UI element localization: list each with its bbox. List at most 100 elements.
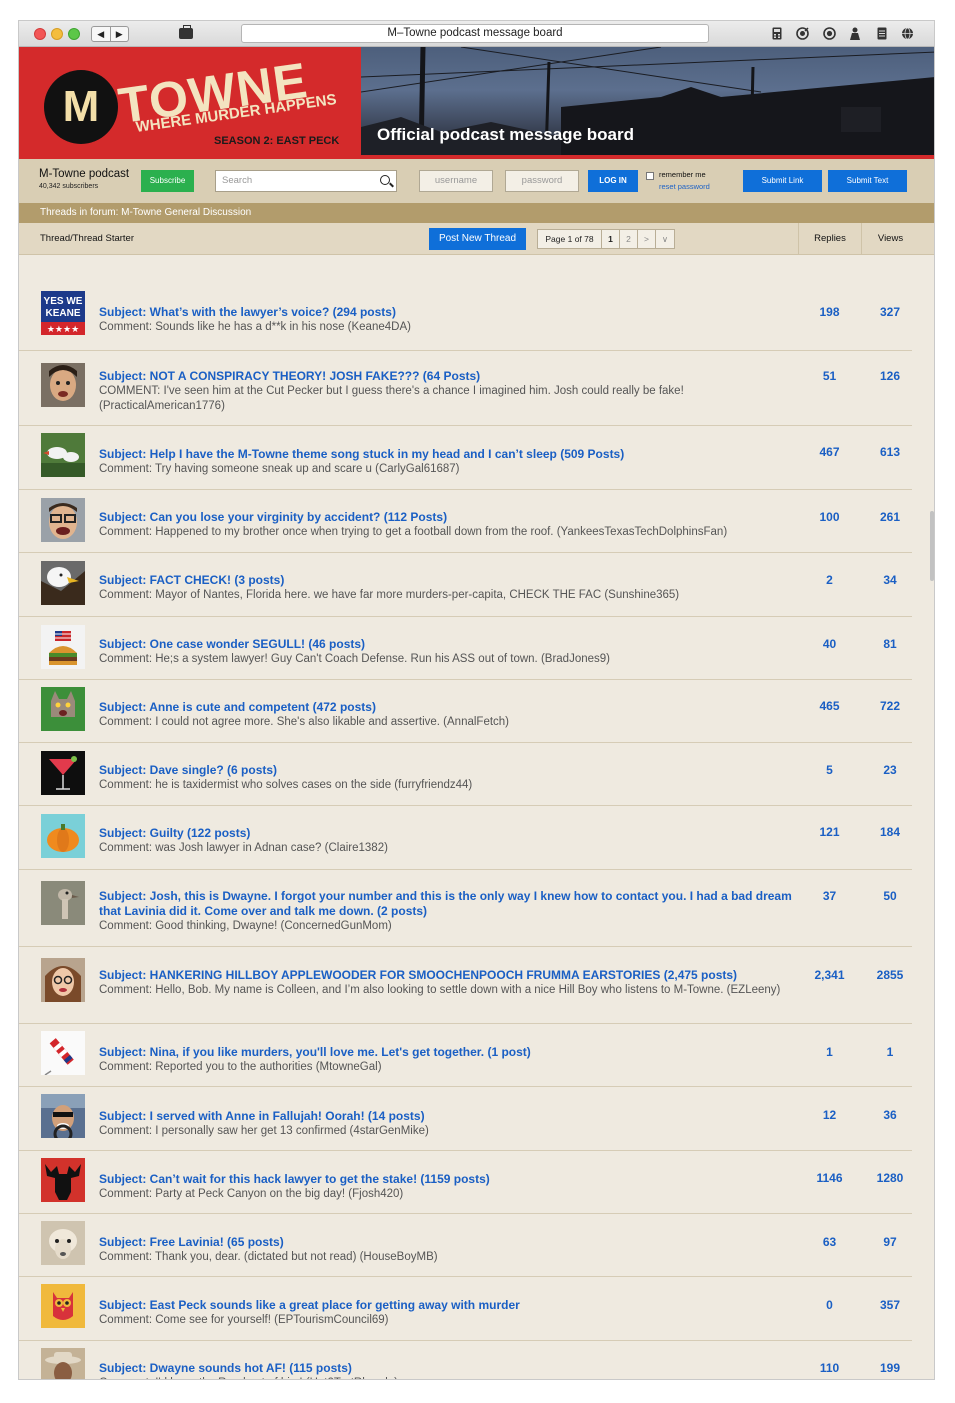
- thread-avatar[interactable]: [41, 1348, 85, 1379]
- thread-subject-link[interactable]: Subject: What’s with the lawyer’s voice?…: [99, 305, 799, 320]
- thread-subject-link[interactable]: Subject: I served with Anne in Fallujah!…: [99, 1109, 799, 1124]
- submit-link-button[interactable]: Submit Link: [743, 170, 822, 192]
- thread-avatar[interactable]: [41, 1284, 85, 1328]
- thread-subject-link[interactable]: Subject: Dave single? (6 posts): [99, 763, 799, 778]
- thread-views-count: 184: [879, 825, 901, 839]
- thread-subject-link[interactable]: Subject: Nina, if you like murders, you'…: [99, 1045, 799, 1060]
- thread-avatar[interactable]: [41, 958, 85, 1002]
- thread-comment: Comment: I'd bone the Reed out of him! (…: [99, 1376, 799, 1379]
- thread-replies-count[interactable]: 465: [798, 699, 861, 713]
- thread-comment: Comment: he is taxidermist who solves ca…: [99, 779, 473, 791]
- remember-me-checkbox[interactable]: [646, 172, 654, 180]
- row-divider: [19, 552, 912, 553]
- thread-subject-link[interactable]: Subject: Guilty (122 posts): [99, 826, 799, 841]
- column-header-views[interactable]: Views: [861, 223, 919, 255]
- subscribe-button[interactable]: Subscribe: [141, 170, 194, 192]
- thread-replies-count[interactable]: 467: [798, 445, 861, 459]
- row-divider: [19, 1213, 912, 1214]
- thread-views-count: 722: [879, 699, 901, 713]
- thread-subject-link[interactable]: Subject: Dwayne sounds hot AF! (115 post…: [99, 1361, 799, 1376]
- thread-subject-link[interactable]: Subject: One case wonder SEGULL! (46 pos…: [99, 637, 799, 652]
- thread-comment: Comment: I personally saw her get 13 con…: [99, 1125, 429, 1137]
- page-1-button[interactable]: 1: [602, 230, 620, 248]
- address-bar[interactable]: M–Towne podcast message board: [241, 24, 709, 43]
- thread-replies-count[interactable]: 2: [798, 573, 861, 587]
- thread-comment: Comment: Thank you, dear. (dictated but …: [99, 1251, 438, 1263]
- thread-avatar[interactable]: [41, 1094, 85, 1138]
- scrollbar[interactable]: [930, 511, 934, 581]
- thread-replies-count[interactable]: 110: [798, 1361, 861, 1375]
- thread-subject-link[interactable]: Subject: Can you lose your virginity by …: [99, 510, 799, 525]
- thread-avatar[interactable]: [41, 561, 85, 605]
- thread-avatar[interactable]: [41, 625, 85, 669]
- back-button[interactable]: ◀: [92, 27, 111, 41]
- thread-subject-link[interactable]: Subject: East Peck sounds like a great p…: [99, 1298, 799, 1313]
- thread-avatar[interactable]: [41, 1221, 85, 1265]
- reset-password-link[interactable]: reset password: [659, 182, 710, 191]
- thread-replies-count[interactable]: 63: [798, 1235, 861, 1249]
- globe-icon[interactable]: [901, 27, 913, 40]
- thread-avatar[interactable]: [41, 1158, 85, 1202]
- thread-replies-count[interactable]: 51: [798, 369, 861, 383]
- post-new-thread-button[interactable]: Post New Thread: [429, 228, 526, 250]
- login-button[interactable]: LOG IN: [588, 170, 638, 192]
- zoom-window-button[interactable]: [68, 28, 80, 40]
- thread-replies-count[interactable]: 5: [798, 763, 861, 777]
- thread-views-count: 50: [883, 889, 897, 903]
- thread-replies-count[interactable]: 37: [798, 889, 861, 903]
- thread-comment: Comment: Come see for yourself! (EPTouri…: [99, 1314, 389, 1326]
- banner-subtitle: Official podcast message board: [377, 125, 634, 144]
- thread-avatar[interactable]: [41, 363, 85, 407]
- thread-avatar[interactable]: [41, 751, 85, 795]
- document-icon[interactable]: [876, 27, 888, 40]
- thread-subject-link[interactable]: Subject: FACT CHECK! (3 posts): [99, 573, 799, 588]
- thread-avatar[interactable]: [41, 814, 85, 858]
- thread-replies-count[interactable]: 0: [798, 1298, 861, 1312]
- thread-views-count: 34: [883, 573, 897, 587]
- next-page-button[interactable]: >: [638, 230, 656, 248]
- thread-avatar[interactable]: [41, 881, 85, 925]
- thread-replies-count[interactable]: 12: [798, 1108, 861, 1122]
- thread-comment: Comment: Happened to my brother once whe…: [99, 526, 728, 538]
- thread-avatar[interactable]: [41, 687, 85, 731]
- thread-replies-count[interactable]: 1146: [798, 1171, 861, 1185]
- search-input[interactable]: Search: [215, 170, 397, 192]
- thread-subject-link[interactable]: Subject: Free Lavinia! (65 posts): [99, 1235, 799, 1250]
- search-icon[interactable]: [380, 175, 390, 185]
- minimize-window-button[interactable]: [51, 28, 63, 40]
- thread-replies-count[interactable]: 198: [798, 305, 861, 319]
- thread-avatar[interactable]: [41, 498, 85, 542]
- forward-button[interactable]: ▶: [111, 27, 129, 41]
- logo-circle[interactable]: M: [44, 70, 118, 144]
- thread-replies-count[interactable]: 1: [798, 1045, 861, 1059]
- thread-views-count: 261: [879, 510, 901, 524]
- thread-avatar[interactable]: YES WE KEANE ★★★★: [41, 291, 85, 335]
- target-icon[interactable]: [796, 27, 809, 40]
- thread-subject-link[interactable]: Subject: Help I have the M-Towne theme s…: [99, 447, 799, 462]
- username-field[interactable]: username: [419, 170, 493, 192]
- site-name[interactable]: M-Towne podcast: [39, 168, 129, 180]
- thread-subject-link[interactable]: Subject: HANKERING HILLBOY APPLEWOODER F…: [99, 968, 799, 983]
- thread-subject-link[interactable]: Subject: NOT A CONSPIRACY THEORY! JOSH F…: [99, 369, 799, 384]
- thread-subject-link[interactable]: Subject: Can’t wait for this hack lawyer…: [99, 1172, 799, 1187]
- password-field[interactable]: password: [505, 170, 579, 192]
- thread-avatar[interactable]: [41, 433, 85, 477]
- clock-icon[interactable]: [823, 27, 836, 40]
- site-banner: M TOWNE WHERE MURDER HAPPENS SEASON 2: E…: [19, 47, 934, 159]
- column-header-replies[interactable]: Replies: [798, 223, 861, 255]
- briefcase-icon[interactable]: [179, 25, 193, 39]
- thread-avatar[interactable]: [41, 1031, 85, 1075]
- submit-text-button[interactable]: Submit Text: [828, 170, 907, 192]
- page-2-button[interactable]: 2: [620, 230, 638, 248]
- thread-subject-link[interactable]: Subject: Anne is cute and competent (472…: [99, 700, 799, 715]
- thread-replies-count[interactable]: 40: [798, 637, 861, 651]
- calculator-icon[interactable]: [771, 27, 783, 40]
- row-divider: [19, 489, 912, 490]
- thread-subject-link[interactable]: Subject: Josh, this is Dwayne. I forgot …: [99, 889, 799, 919]
- thread-replies-count[interactable]: 121: [798, 825, 861, 839]
- chevron-down-icon[interactable]: ∨: [656, 230, 674, 248]
- thread-replies-count[interactable]: 2,341: [798, 968, 861, 982]
- thread-replies-count[interactable]: 100: [798, 510, 861, 524]
- close-window-button[interactable]: [34, 28, 46, 40]
- person-icon[interactable]: [849, 27, 861, 40]
